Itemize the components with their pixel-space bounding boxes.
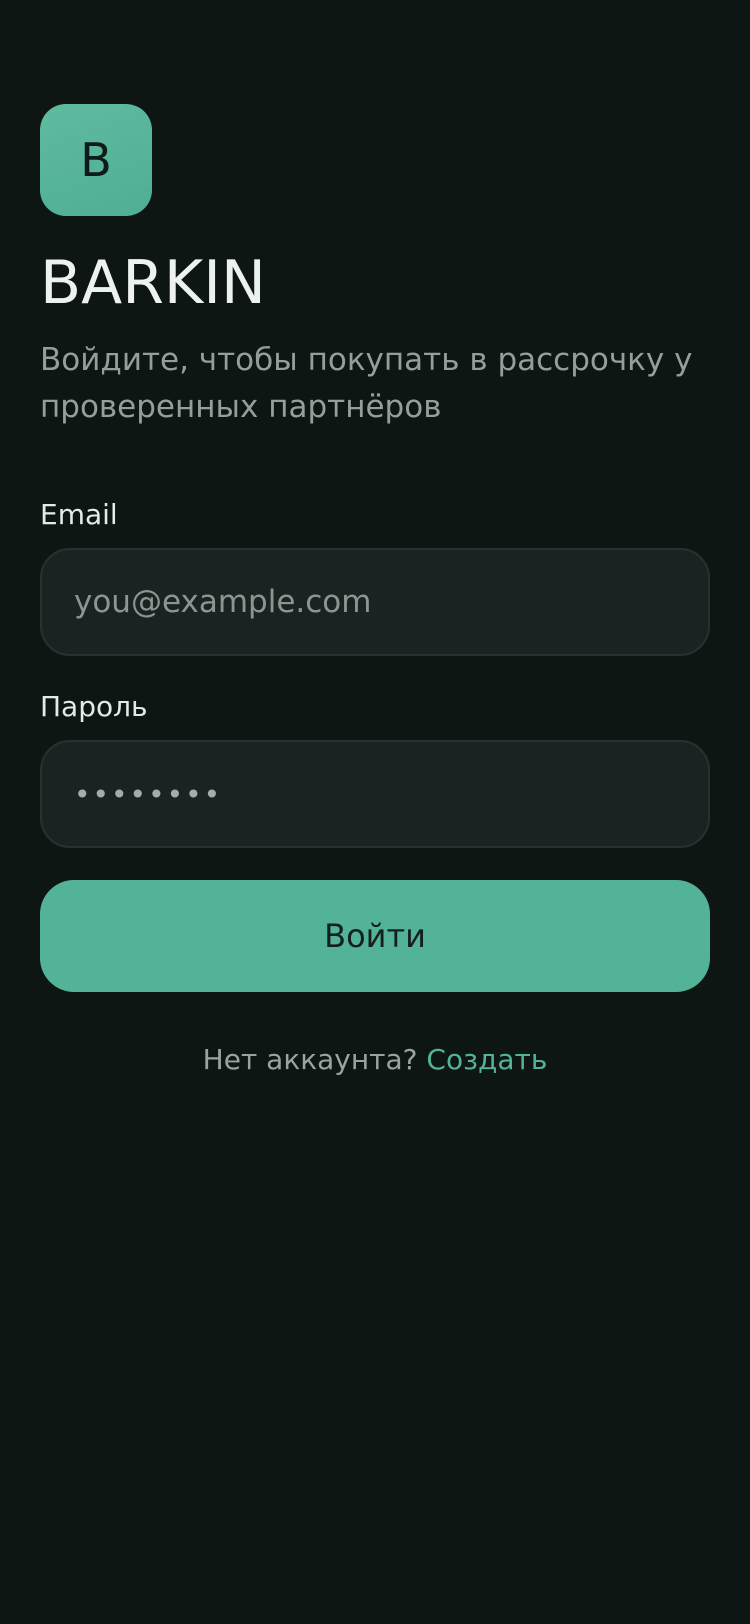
logo-letter: B [80,133,112,187]
password-label: Пароль [40,690,148,723]
email-field-container[interactable] [40,548,710,656]
signup-row: Нет аккаунта? Создать [40,1040,710,1079]
create-account-link[interactable]: Создать [426,1043,547,1076]
signup-prompt: Нет аккаунта? [202,1043,418,1076]
password-field-container[interactable] [40,740,710,848]
app-logo: B [40,104,152,216]
login-screen: B BARKIN Войдите, чтобы покупать в расср… [0,0,750,1624]
email-label: Email [40,498,118,531]
app-title: BARKIN [40,248,266,318]
login-button[interactable]: Войти [40,880,710,992]
email-field[interactable] [74,584,676,620]
app-subtitle: Войдите, чтобы покупать в рассрочку у пр… [40,342,693,425]
password-field[interactable] [74,777,676,811]
